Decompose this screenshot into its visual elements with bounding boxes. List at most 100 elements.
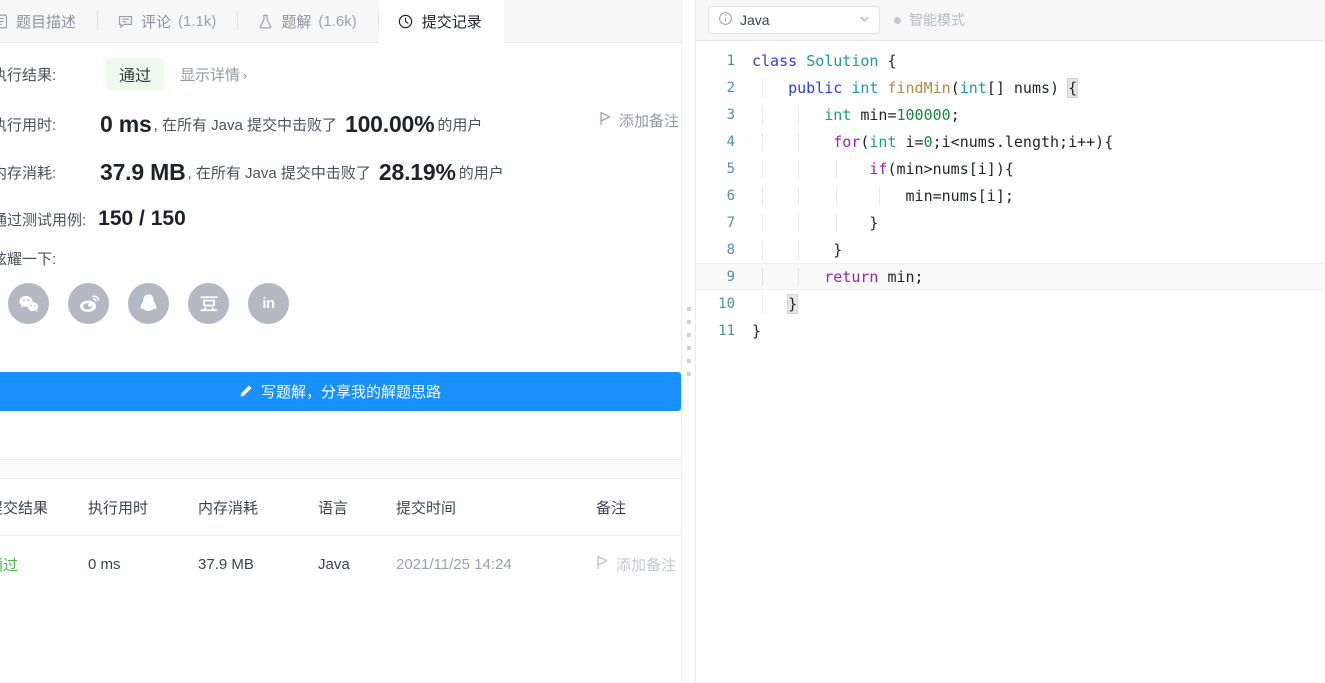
line-number: 4 [726, 133, 735, 150]
line-content: } [752, 213, 879, 232]
tab-count: (1.6k) [318, 12, 357, 30]
line-number: 6 [726, 187, 735, 204]
code-line: 8 } [696, 236, 1325, 263]
language-label: Java [740, 12, 770, 28]
line-content: } [748, 240, 842, 259]
share-buttons: in [8, 283, 681, 324]
linkedin-label: in [262, 295, 275, 312]
line-content: if(min>nums[i]){ [748, 159, 1014, 178]
line-number: 9 [726, 268, 735, 285]
cell-time: 0 ms [88, 555, 121, 573]
line-content: min=nums[i]; [752, 186, 1014, 205]
share-label: 炫耀一下: [0, 251, 57, 268]
code-line: 3 int min=100000; [696, 101, 1325, 128]
tab-label: 提交记录 [421, 13, 482, 31]
table-header-row: 提交结果 执行用时 内存消耗 语言 提交时间 备注 [0, 479, 681, 535]
th-time: 执行用时 [88, 499, 149, 517]
code-line: 1 class Solution { [696, 47, 1325, 74]
exec-result-label: 执行结果: [0, 66, 57, 84]
linkedin-icon[interactable]: in [248, 283, 289, 324]
th-memory: 内存消耗 [198, 499, 259, 517]
line-content: } [752, 321, 762, 340]
memory-mid: , 在所有 Java 提交中击败了 [187, 164, 371, 182]
memory-label: 内存消耗: [0, 164, 57, 182]
language-selector[interactable]: Java [708, 6, 880, 34]
exec-result-row: 执行结果: 通过 显示详情› [0, 48, 681, 100]
test-cases-label: 通过测试用例: [0, 211, 87, 229]
th-language: 语言 [318, 499, 349, 517]
code-line: 2 public int findMin(int[] nums) { [696, 74, 1325, 101]
flask-icon [256, 12, 274, 30]
left-panel: 题目描述 评论 (1.1k) 题解 (1.6k) 提交记录 添加备注 行结果: … [0, 0, 681, 683]
cell-add-note[interactable]: 添加备注 [596, 554, 681, 575]
tab-label: 评论 [141, 13, 172, 31]
memory-percent: 28.19% [378, 158, 456, 185]
cell-status: 通过 [0, 556, 19, 574]
panel-splitter[interactable] [681, 0, 696, 683]
tab-label: 题解 [281, 13, 312, 31]
qq-icon[interactable] [128, 283, 169, 324]
chevron-right-icon: › [243, 67, 248, 83]
code-line: 4 for(int i=0;i<nums.length;i++){ [696, 128, 1325, 155]
pencil-icon [238, 384, 253, 399]
write-solution-button[interactable]: 写题解，分享我的解题思路 [0, 372, 681, 411]
line-number: 10 [718, 295, 735, 312]
test-cases-value: 150 / 150 [98, 207, 186, 230]
exec-time-value: 0 ms [100, 110, 152, 137]
status-dot-icon [894, 16, 901, 24]
tab-solutions[interactable]: 题解 (1.6k) [238, 0, 380, 42]
exec-time-row: 执行用时: 0 ms , 在所有 Java 提交中击败了 100.00% 的用户 [0, 100, 681, 148]
cell-submitted-at: 2021/11/25 14:24 [396, 555, 512, 573]
wechat-icon[interactable] [8, 283, 49, 324]
exec-time-mid: , 在所有 Java 提交中击败了 [153, 116, 337, 134]
line-content: class Solution { [752, 51, 897, 70]
tab-description[interactable]: 题目描述 [0, 0, 99, 42]
result-area: 添加备注 执行结果: 通过 显示详情› 执行用时: 0 ms , 在所有 Jav… [0, 48, 681, 592]
douban-icon[interactable] [188, 283, 229, 324]
code-line-active: 9 return min; [696, 263, 1325, 290]
add-note-cell-label: 添加备注 [616, 556, 677, 574]
th-time-submitted: 提交时间 [396, 499, 457, 517]
smart-mode-toggle[interactable]: 智能模式 [894, 10, 965, 30]
line-number: 8 [726, 241, 735, 258]
test-cases-row: 通过测试用例: 150 / 150 [0, 196, 681, 242]
line-content: int min=100000; [748, 105, 960, 124]
code-editor[interactable]: 1 class Solution { 2 public int findMin(… [696, 41, 1325, 683]
code-panel: Java 智能模式 1 class Solution { 2 public in… [696, 0, 1325, 683]
weibo-icon[interactable] [68, 283, 109, 324]
document-icon [0, 12, 9, 30]
exec-time-suffix: 的用户 [437, 116, 483, 134]
line-content: for(int i=0;i<nums.length;i++){ [748, 132, 1113, 151]
code-line: 10 } [696, 290, 1325, 317]
line-content: } [748, 293, 799, 314]
splitter-grip [686, 307, 691, 376]
table-row[interactable]: 通过 0 ms 37.9 MB Java 2021/11/25 14:24 添加… [0, 536, 681, 592]
smart-mode-label: 智能模式 [909, 12, 965, 28]
line-number: 7 [726, 214, 735, 231]
line-number: 5 [726, 160, 735, 177]
chevron-down-icon [858, 12, 871, 28]
flag-icon [596, 555, 609, 574]
memory-row: 内存消耗: 37.9 MB , 在所有 Java 提交中击败了 28.19% 的… [0, 148, 681, 196]
exec-time-label: 执行用时: [0, 116, 57, 134]
tab-label: 题目描述 [16, 13, 77, 31]
code-line: 5 if(min>nums[i]){ [696, 155, 1325, 182]
tab-comments[interactable]: 评论 (1.1k) [98, 0, 239, 42]
line-number: 2 [726, 79, 735, 96]
memory-suffix: 的用户 [458, 164, 504, 182]
line-number: 11 [718, 322, 735, 339]
info-icon [718, 11, 733, 29]
show-detail-label: 显示详情 [180, 66, 241, 84]
memory-value: 37.9 MB [100, 158, 186, 185]
code-line: 7 } [696, 209, 1325, 236]
cell-language: Java [318, 555, 350, 573]
line-content: public int findMin(int[] nums) { [748, 77, 1079, 98]
submission-page: 题目描述 评论 (1.1k) 题解 (1.6k) 提交记录 添加备注 行结果: … [0, 0, 1325, 683]
clock-icon [397, 12, 415, 30]
tab-submissions[interactable]: 提交记录 [378, 0, 504, 43]
th-note: 备注 [596, 499, 627, 517]
th-result: 提交结果 [0, 499, 49, 517]
show-detail-link[interactable]: 显示详情 › [180, 64, 247, 85]
line-number: 3 [726, 106, 735, 123]
